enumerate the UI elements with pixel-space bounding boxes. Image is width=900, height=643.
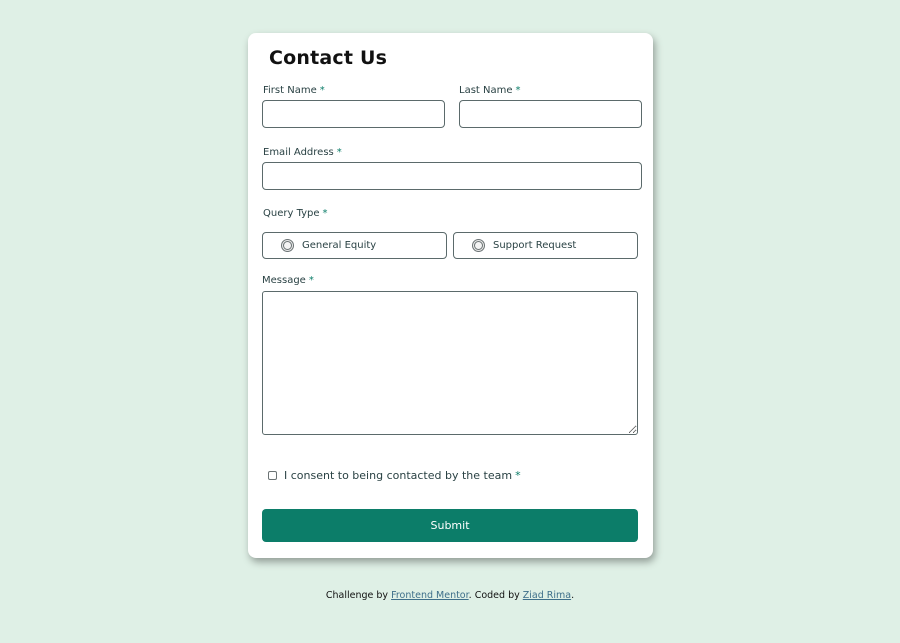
frontend-mentor-link[interactable]: Frontend Mentor bbox=[391, 590, 469, 601]
required-marker: * bbox=[322, 208, 328, 219]
last-name-input[interactable] bbox=[459, 100, 642, 128]
first-name-label: First Name * bbox=[263, 85, 325, 96]
message-label-text: Message bbox=[262, 275, 306, 286]
email-label-text: Email Address bbox=[263, 147, 334, 158]
radio-option-support-request[interactable]: Support Request bbox=[453, 232, 638, 259]
submit-button[interactable]: Submit bbox=[262, 509, 638, 542]
consent-row[interactable]: I consent to being contacted by the team… bbox=[268, 469, 521, 482]
first-name-label-text: First Name bbox=[263, 85, 317, 96]
attribution-prefix: Challenge by bbox=[325, 590, 389, 601]
last-name-label: Last Name * bbox=[459, 85, 521, 96]
attribution-suffix: . bbox=[571, 590, 575, 601]
attribution: Challenge by Frontend Mentor. Coded by Z… bbox=[0, 590, 900, 601]
form-title: Contact Us bbox=[269, 47, 388, 69]
radio-option-label: General Equity bbox=[302, 240, 377, 251]
required-marker: * bbox=[308, 275, 314, 286]
query-type-label-text: Query Type bbox=[263, 208, 320, 219]
message-label: Message * bbox=[262, 275, 314, 286]
required-marker: * bbox=[336, 147, 342, 158]
author-link[interactable]: Ziad Rima bbox=[523, 590, 571, 601]
contact-form-card: Contact Us First Name * Last Name * Email … bbox=[248, 33, 653, 558]
required-marker: * bbox=[319, 85, 325, 96]
radio-option-label: Support Request bbox=[493, 240, 577, 251]
required-marker: * bbox=[515, 469, 521, 482]
consent-label: I consent to being contacted by the team bbox=[284, 469, 513, 482]
first-name-input[interactable] bbox=[262, 100, 445, 128]
email-label: Email Address * bbox=[263, 147, 342, 158]
attribution-middle: . Coded by bbox=[468, 590, 520, 601]
email-input[interactable] bbox=[262, 162, 642, 190]
radio-option-general-equity[interactable]: General Equity bbox=[262, 232, 447, 259]
radio-button-icon[interactable] bbox=[281, 239, 294, 252]
consent-checkbox[interactable] bbox=[268, 471, 277, 480]
message-textarea[interactable] bbox=[262, 291, 638, 435]
last-name-label-text: Last Name bbox=[459, 85, 513, 96]
radio-button-icon[interactable] bbox=[472, 239, 485, 252]
query-type-label: Query Type * bbox=[263, 208, 328, 219]
required-marker: * bbox=[515, 85, 521, 96]
